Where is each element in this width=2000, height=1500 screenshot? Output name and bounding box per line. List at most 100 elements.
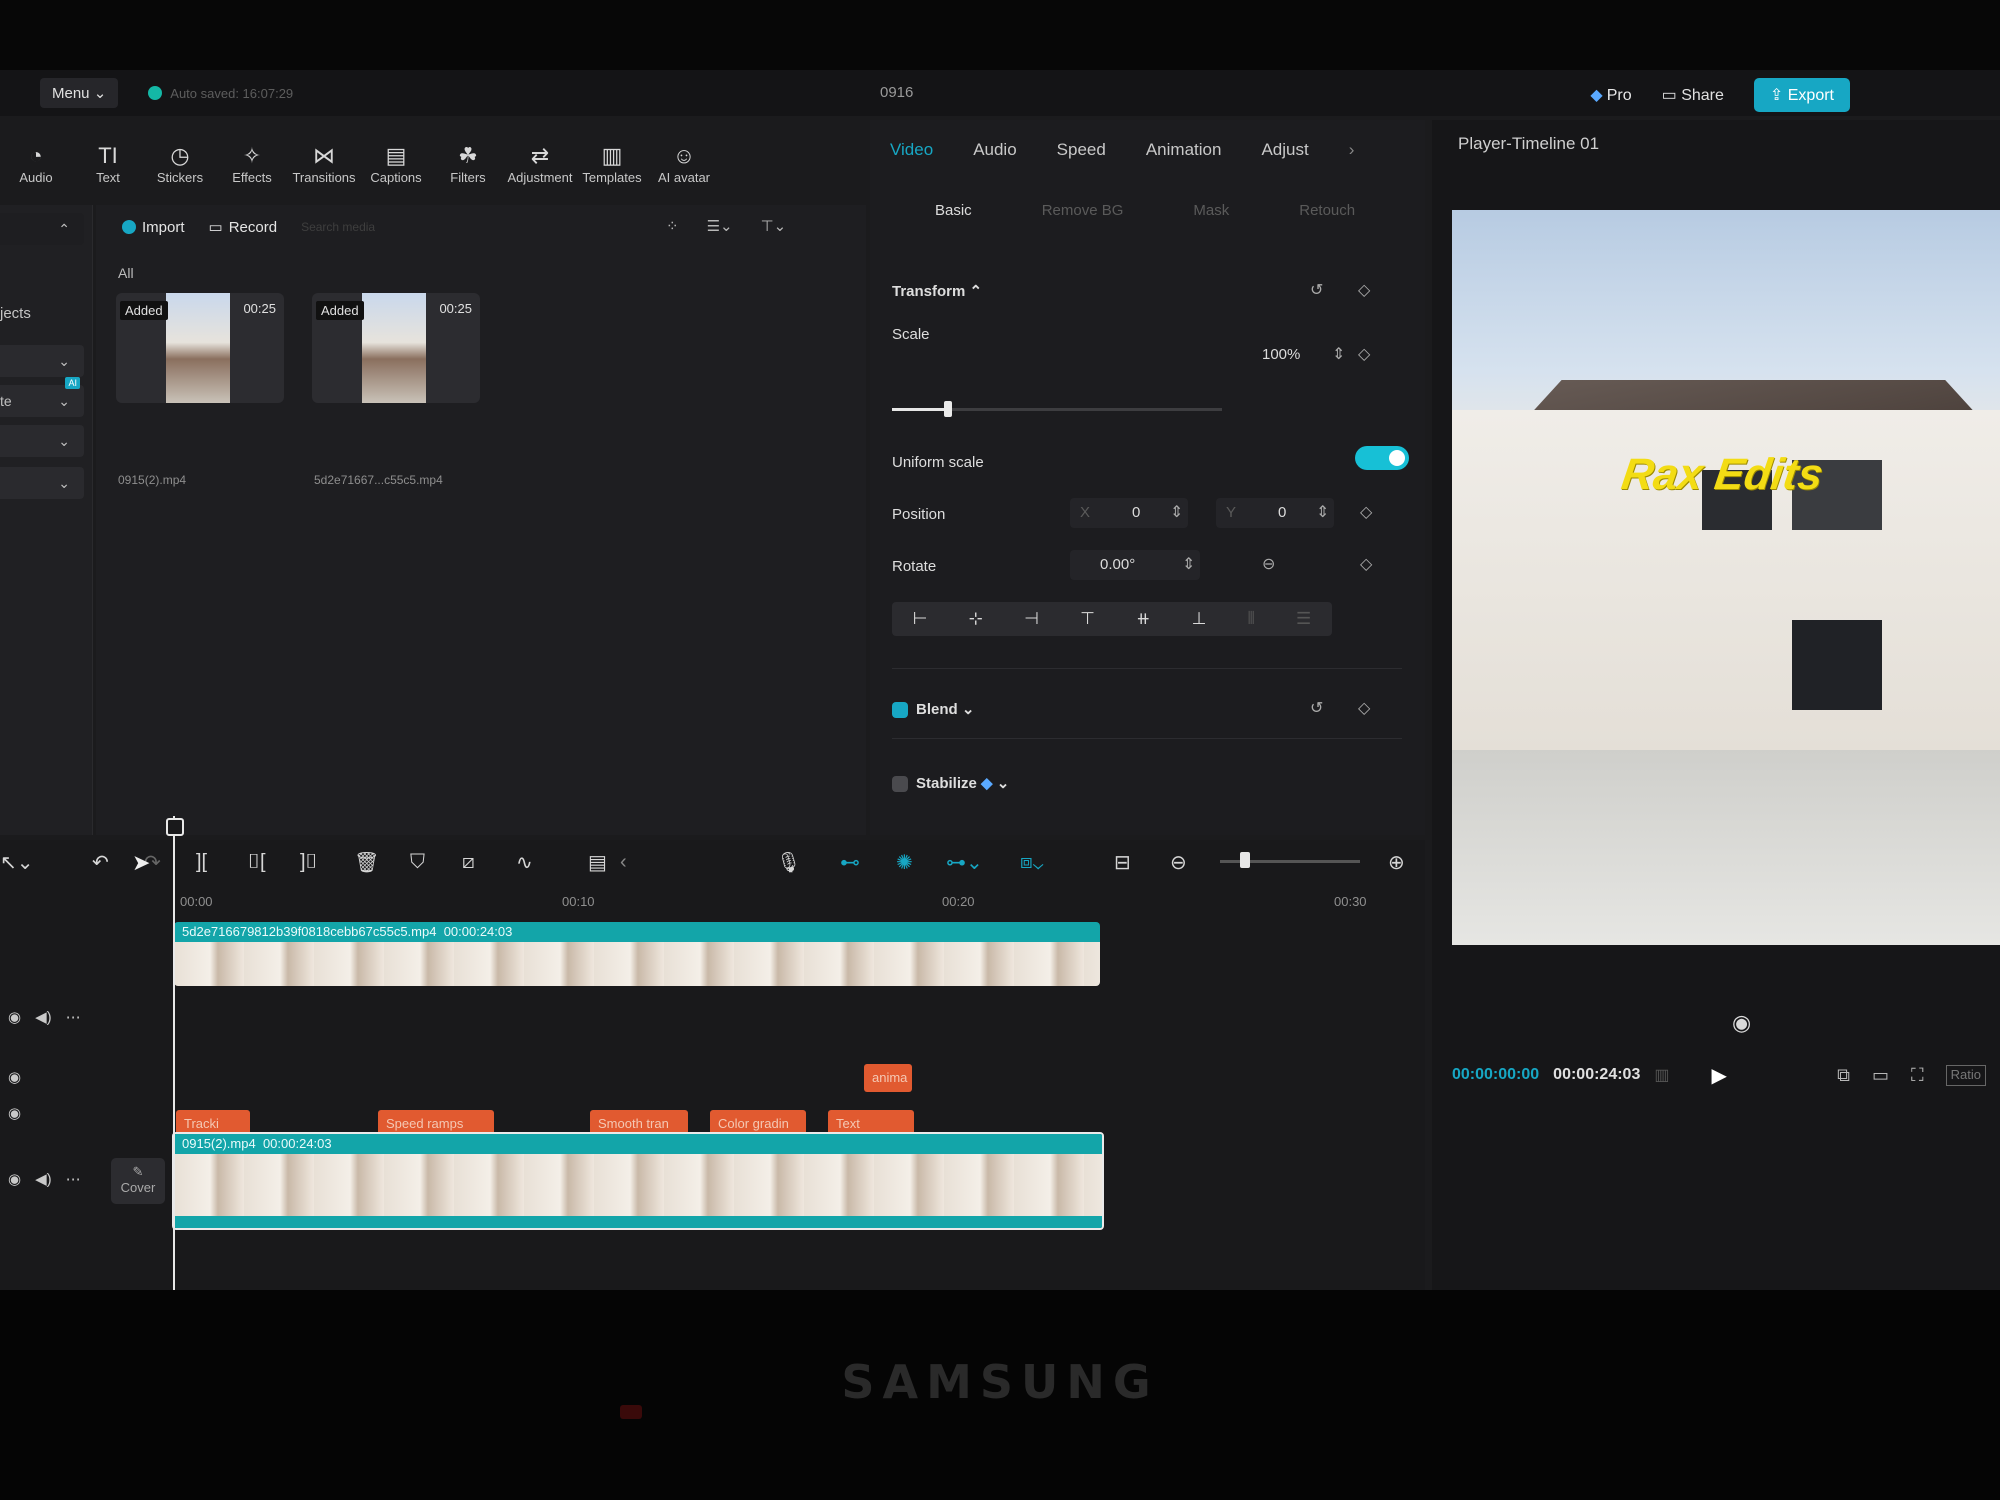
- keyframe-icon[interactable]: ◇: [1358, 280, 1370, 300]
- sidebar-top-item[interactable]: ⌃: [0, 213, 84, 245]
- keyframe-icon[interactable]: ◇: [1358, 344, 1370, 364]
- scale-slider[interactable]: [892, 401, 1222, 417]
- animation-segment[interactable]: anima: [864, 1064, 912, 1092]
- more-icon[interactable]: ⋯: [66, 1170, 81, 1188]
- subtab-remove-bg[interactable]: Remove BG: [1042, 202, 1124, 219]
- media-item[interactable]: Added 00:25: [116, 293, 284, 403]
- auto-snap-icon[interactable]: ✺: [896, 850, 913, 875]
- video-preview[interactable]: Rax Edits: [1452, 210, 2000, 945]
- subtab-basic[interactable]: Basic: [935, 202, 972, 219]
- zoom-out-icon[interactable]: ⊖: [1170, 850, 1187, 875]
- sidebar-dropdown-2[interactable]: te AI ⌄: [0, 377, 84, 417]
- subtab-mask[interactable]: Mask: [1193, 202, 1229, 219]
- grid-view-icon[interactable]: ⁘: [666, 217, 679, 235]
- snapshot-icon[interactable]: ◉: [1732, 1010, 1751, 1036]
- play-button[interactable]: ▶: [1711, 1063, 1726, 1088]
- distribute-v-icon[interactable]: ☰: [1296, 609, 1311, 629]
- split-left-icon[interactable]: ⌷[: [248, 851, 266, 874]
- playhead[interactable]: [173, 816, 175, 1290]
- crop-icon[interactable]: ⧉: [1837, 1065, 1850, 1086]
- zoom-in-icon[interactable]: ⊕: [1388, 850, 1405, 875]
- split-icon[interactable]: ][: [196, 851, 207, 874]
- transform-section[interactable]: Transform ⌃: [892, 282, 982, 300]
- export-button[interactable]: ⇪ Export: [1753, 78, 1850, 112]
- shield-icon[interactable]: ⛉: [410, 851, 425, 874]
- speaker-icon[interactable]: ◀): [35, 1008, 52, 1026]
- tool-templates[interactable]: ▥ Templates: [576, 128, 648, 198]
- timeline-ruler[interactable]: 00:00 00:10 00:20 00:30: [160, 890, 1420, 920]
- uniform-scale-toggle[interactable]: [1355, 446, 1409, 470]
- tab-animation[interactable]: Animation: [1146, 140, 1222, 160]
- reset-icon[interactable]: ↺: [1310, 698, 1323, 718]
- sidebar-dropdown-3[interactable]: ⌄: [0, 425, 84, 457]
- select-tool-icon[interactable]: ↖⌄: [0, 850, 34, 875]
- align-top-icon[interactable]: ⊤: [1080, 609, 1095, 629]
- tool-audio[interactable]: ◔ Audio: [0, 128, 72, 198]
- more-icon[interactable]: ⋯: [66, 1008, 81, 1026]
- align-middle-v-icon[interactable]: ⧺: [1136, 609, 1150, 629]
- crop-icon[interactable]: ⧄: [462, 851, 475, 874]
- align-right-icon[interactable]: ⊣: [1024, 609, 1039, 629]
- stepper-icon[interactable]: ⇕: [1182, 554, 1195, 574]
- playhead-handle[interactable]: [166, 818, 184, 836]
- freeze-frame-icon[interactable]: ▤: [588, 850, 607, 875]
- split-right-icon[interactable]: ]⌷: [300, 851, 318, 874]
- tool-ai-avatar[interactable]: ☺ AI avatar: [648, 128, 720, 198]
- stepper-icon[interactable]: ⇕: [1170, 502, 1183, 522]
- speaker-icon[interactable]: ◀): [35, 1170, 52, 1188]
- tool-adjustment[interactable]: ⇄ Adjustment: [504, 128, 576, 198]
- tool-effects[interactable]: ✧ Effects: [216, 128, 288, 198]
- tabs-next-icon[interactable]: ›: [1349, 140, 1355, 160]
- delete-icon[interactable]: 🗑: [354, 850, 379, 875]
- tab-adjust[interactable]: Adjust: [1261, 140, 1308, 160]
- all-filter-label[interactable]: All: [118, 265, 134, 281]
- main-clip[interactable]: 0915(2).mp4 00:00:24:03: [172, 1132, 1104, 1230]
- scale-value[interactable]: 100%: [1262, 346, 1300, 363]
- align-left-icon[interactable]: ⊢: [913, 609, 928, 629]
- sidebar-dropdown-4[interactable]: ⌄: [0, 467, 84, 499]
- stabilize-checkbox[interactable]: [892, 776, 908, 793]
- keyframe-icon[interactable]: ◇: [1358, 698, 1370, 718]
- fullscreen-icon[interactable]: ⛶: [1911, 1065, 1924, 1086]
- eye-icon[interactable]: ◉: [8, 1008, 21, 1026]
- scale-slider-handle[interactable]: [944, 401, 953, 417]
- tab-audio[interactable]: Audio: [973, 140, 1016, 160]
- tab-video[interactable]: Video: [890, 140, 933, 160]
- tool-transitions[interactable]: ⋈ Transitions: [288, 128, 360, 198]
- pro-button[interactable]: ◆ Pro: [1590, 85, 1631, 105]
- eye-icon[interactable]: ◉: [8, 1068, 21, 1086]
- blend-section[interactable]: Blend ⌄: [892, 700, 974, 719]
- subtab-retouch[interactable]: Retouch: [1299, 202, 1355, 219]
- eye-icon[interactable]: ◉: [8, 1104, 21, 1122]
- blend-checkbox[interactable]: [892, 702, 908, 719]
- collapse-left-icon[interactable]: ‹: [620, 851, 627, 874]
- sort-icon[interactable]: ☰⌄: [707, 217, 733, 235]
- undo-icon[interactable]: ↶: [92, 850, 109, 875]
- tool-captions[interactable]: ▤ Captions: [360, 128, 432, 198]
- speed-curve-icon[interactable]: ∿: [516, 850, 533, 875]
- stepper-icon[interactable]: ⇕: [1332, 344, 1345, 364]
- timeline-toggle-icon[interactable]: ▥: [1654, 1065, 1669, 1085]
- fit-timeline-icon[interactable]: ⊟: [1114, 850, 1131, 875]
- media-item[interactable]: Added 00:25: [312, 293, 480, 403]
- ratio-button[interactable]: Ratio: [1945, 1064, 1986, 1086]
- rotate-dial-icon[interactable]: ⊖: [1262, 554, 1275, 574]
- keyframe-icon[interactable]: ◇: [1360, 502, 1372, 522]
- search-media-input[interactable]: Search media: [301, 220, 375, 234]
- share-button[interactable]: ▭ Share: [1652, 79, 1734, 111]
- overlay-clip[interactable]: 5d2e716679812b39f0818cebb67c55c5.mp4 00:…: [174, 922, 1100, 986]
- align-bottom-icon[interactable]: ⊥: [1192, 609, 1207, 629]
- zoom-slider-handle[interactable]: [1240, 852, 1250, 868]
- tool-filters[interactable]: ☘ Filters: [432, 128, 504, 198]
- record-button[interactable]: ▭ Record: [209, 218, 278, 237]
- align-center-h-icon[interactable]: ⊹: [969, 609, 983, 629]
- linkage-icon[interactable]: ⊶⌄: [946, 850, 983, 875]
- cover-button[interactable]: ✎ Cover: [111, 1158, 165, 1204]
- stepper-icon[interactable]: ⇕: [1316, 502, 1329, 522]
- keyframe-icon[interactable]: ◇: [1360, 554, 1372, 574]
- main-track-magnet-icon[interactable]: ⊷: [840, 850, 860, 875]
- sidebar-dropdown-1[interactable]: ⌄: [0, 345, 84, 377]
- reset-icon[interactable]: ↺: [1310, 280, 1323, 300]
- tool-stickers[interactable]: ◷ Stickers: [144, 128, 216, 198]
- import-button[interactable]: Import: [122, 219, 185, 236]
